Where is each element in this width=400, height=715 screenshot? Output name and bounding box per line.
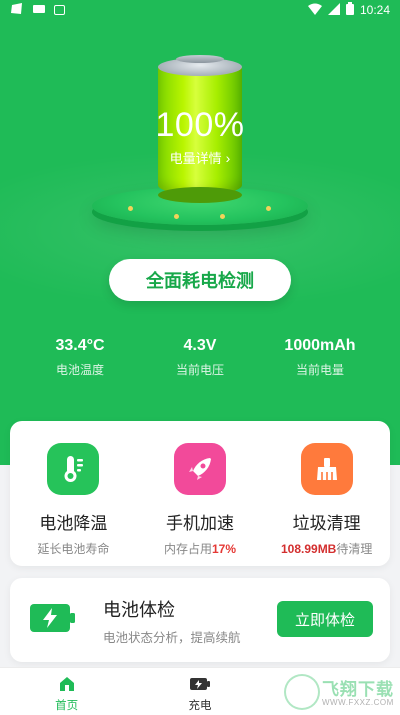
stat-label: 当前电量 [295,363,344,377]
battery-icon [345,2,354,18]
thermometer-icon [47,443,100,495]
charge-icon [133,674,266,694]
stat-label: 电池温度 [55,363,104,377]
battery-stats: 33.4°C 电池温度 4.3V 当前电压 1000mAh 当前电量 [0,337,400,387]
tab-label: 充电 [188,700,212,712]
broom-icon [300,443,353,495]
battery-exam-card: 电池体检 电池状态分析，提高续航 立即体检 [10,578,390,662]
stat-value: 4.3V [183,337,217,354]
tool-title: 电池降温 [39,514,108,533]
tab-charge[interactable]: 充电 [133,668,266,715]
stat-temperature: 33.4°C 电池温度 [25,337,135,387]
status-time: 10:24 [359,3,390,17]
stat-value: 33.4°C [55,337,105,354]
tool-title: 垃圾清理 [292,514,361,533]
exam-subtitle: 电池状态分析，提高续航 [103,631,241,645]
exam-title: 电池体检 [103,600,175,620]
junk-size-value: 108.99MB [280,542,337,556]
app-notification-icon [10,2,24,19]
tool-subtitle: 108.99MB待清理 [280,542,373,556]
tool-subtitle: 内存占用17% [163,542,237,556]
battery-detail-link[interactable]: 电量详情 › [0,148,400,167]
start-exam-button[interactable]: 立即体检 [277,601,373,637]
stat-value: 1000mAh [284,337,356,354]
tool-title: 手机加速 [166,514,234,533]
tools-card: 电池降温 延长电池寿命 手机加速 内存占用17% 垃圾清理 108.99MB待清… [10,421,390,566]
tool-battery-cooling[interactable]: 电池降温 延长电池寿命 [10,443,137,566]
tool-junk-clean[interactable]: 垃圾清理 108.99MB待清理 [263,443,390,566]
watermark-text: 飞翔下载 [322,680,394,699]
chevron-right-icon: › [225,150,231,166]
watermark-circle-icon [284,674,320,710]
stat-voltage: 4.3V 当前电压 [145,337,255,387]
watermark-url: WWW.FXXZ.COM [322,698,394,707]
home-icon [0,674,133,694]
stat-label: 当前电压 [175,363,224,377]
stat-capacity: 1000mAh 当前电量 [265,337,375,387]
battery-percent: 100% [155,106,245,144]
tab-home[interactable]: 首页 [0,668,133,715]
signal-icon [327,2,340,18]
wifi-icon [307,3,322,18]
a-icon [54,5,65,15]
battery-charge-icon [30,604,75,632]
mail-icon [32,3,46,18]
tool-phone-boost[interactable]: 手机加速 内存占用17% [137,443,264,566]
status-bar: 10:24 [0,0,400,20]
tool-subtitle: 延长电池寿命 [37,542,110,556]
battery-detail-label: 电量详情 [169,151,222,166]
memory-usage-value: 17% [212,542,237,556]
rocket-icon [174,443,226,495]
full-power-check-button[interactable]: 全面耗电检测 [109,259,291,301]
watermark-logo: 飞翔下载 WWW.FXXZ.COM [282,670,400,715]
tab-label: 首页 [55,700,79,712]
